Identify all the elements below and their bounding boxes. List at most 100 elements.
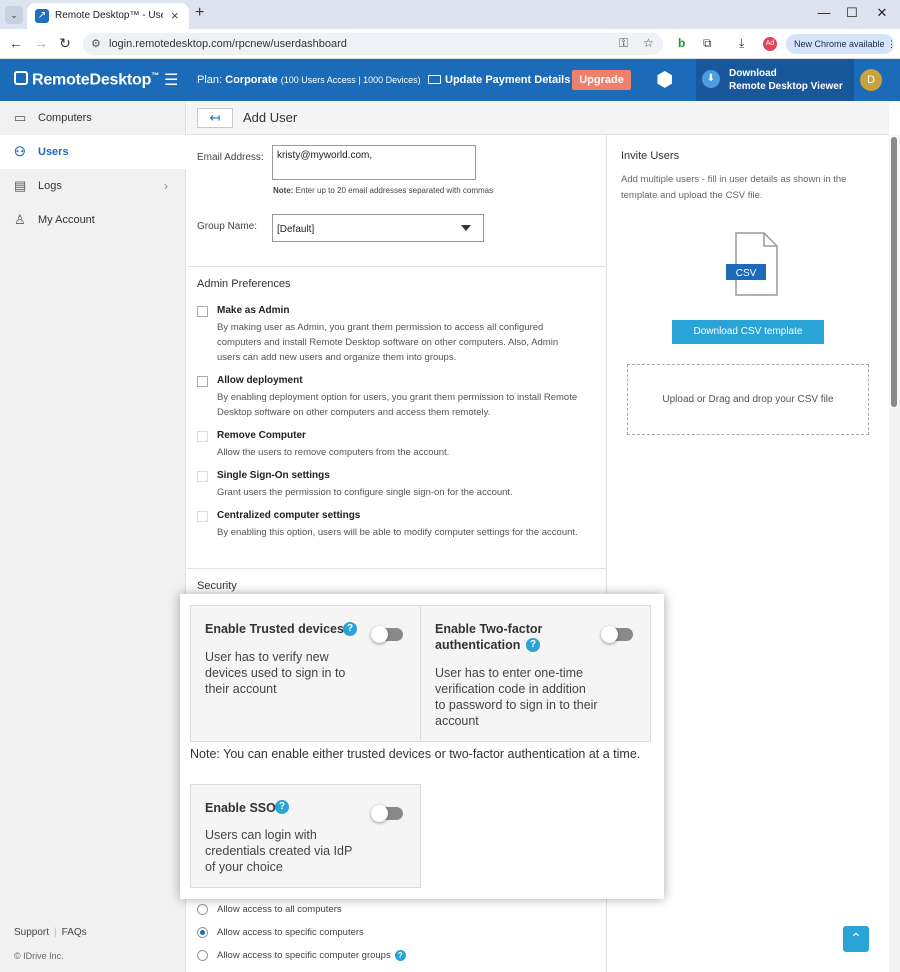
package-download-icon[interactable]: ⬢ bbox=[656, 67, 673, 92]
two-factor-toggle[interactable] bbox=[601, 626, 633, 643]
pref-desc: Allow the users to remove computers from… bbox=[217, 447, 450, 458]
update-payment-link[interactable]: Update Payment Details bbox=[428, 74, 570, 86]
person-icon: ♙ bbox=[14, 212, 26, 227]
minimize-window-icon[interactable]: — bbox=[814, 5, 834, 20]
tab-title: Remote Desktop™ - User Mana bbox=[55, 10, 163, 21]
download-label-1: Download bbox=[729, 68, 777, 79]
download-label-2: Remote Desktop Viewer bbox=[729, 81, 843, 92]
chevron-right-icon: › bbox=[164, 179, 168, 193]
remotedesktop-logo[interactable]: RemoteDesktop™ bbox=[14, 71, 159, 89]
invite-users-title: Invite Users bbox=[621, 150, 680, 162]
csv-dropzone[interactable]: Upload or Drag and drop your CSV file bbox=[627, 364, 869, 435]
csv-file-icon: CSV bbox=[726, 232, 778, 296]
faqs-link[interactable]: FAQs bbox=[62, 927, 87, 938]
logs-icon: ▤ bbox=[14, 178, 27, 193]
hamburger-menu-icon[interactable]: ☰ bbox=[164, 70, 178, 90]
pref-desc: By enabling this option, users will be a… bbox=[217, 527, 578, 538]
download-viewer-button[interactable]: ⬇ Download Remote Desktop Viewer bbox=[696, 59, 854, 101]
sidebar-item-logs[interactable]: ▤ Logs › bbox=[0, 169, 186, 203]
sso-toggle[interactable] bbox=[371, 805, 403, 822]
sidebar-item-my-account[interactable]: ♙ My Account bbox=[0, 203, 186, 237]
chrome-update-label: New Chrome available bbox=[794, 39, 885, 49]
help-icon[interactable]: ? bbox=[275, 800, 289, 814]
radio-label: Allow access to specific computers bbox=[217, 927, 364, 938]
sidebar-item-computers[interactable]: ▭ Computers bbox=[0, 101, 186, 135]
centralized-settings-checkbox[interactable] bbox=[197, 511, 208, 522]
browser-toolbar: ← → ↻ ⚙ login.remotedesktop.com/rpcnew/u… bbox=[0, 29, 900, 59]
page-scrollbar[interactable] bbox=[889, 135, 900, 972]
radio-button[interactable] bbox=[197, 904, 208, 915]
scroll-to-top-button[interactable]: ⌃ bbox=[843, 926, 869, 952]
radio-button-selected[interactable] bbox=[197, 927, 208, 938]
page-title: Add User bbox=[243, 110, 298, 125]
security-title: Security bbox=[197, 580, 237, 592]
sso-title: Enable SSO bbox=[205, 801, 276, 815]
download-csv-template-button[interactable]: Download CSV template bbox=[672, 320, 824, 344]
password-key-icon[interactable]: ⚿ bbox=[619, 36, 628, 51]
tab-search-button[interactable]: ⌄ bbox=[5, 6, 23, 24]
back-arrow-icon[interactable]: ← bbox=[7, 35, 25, 51]
pref-title: Single Sign-On settings bbox=[217, 470, 330, 481]
help-icon[interactable]: ? bbox=[526, 638, 540, 652]
user-avatar[interactable]: D bbox=[860, 69, 882, 91]
sidebar-label: My Account bbox=[38, 214, 95, 226]
help-icon[interactable]: ? bbox=[343, 622, 357, 636]
help-icon[interactable]: ? bbox=[394, 950, 406, 961]
bookmark-star-icon[interactable]: ☆ bbox=[643, 36, 654, 50]
close-tab-icon[interactable]: × bbox=[171, 8, 179, 23]
support-link[interactable]: Support bbox=[14, 927, 49, 938]
adblock-icon[interactable]: Ad bbox=[763, 37, 777, 51]
reload-icon[interactable]: ↻ bbox=[56, 35, 74, 52]
browser-tab[interactable]: ↗ Remote Desktop™ - User Mana × bbox=[27, 3, 189, 29]
pref-desc: Grant users the permission to configure … bbox=[217, 487, 513, 498]
back-button[interactable]: ↤ bbox=[197, 108, 233, 128]
remove-computer-checkbox[interactable] bbox=[197, 431, 208, 442]
trusted-devices-desc: User has to verify new devices used to s… bbox=[205, 650, 346, 696]
divider bbox=[187, 568, 607, 569]
extension-b-icon[interactable]: b bbox=[678, 36, 685, 50]
radio-button[interactable] bbox=[197, 950, 208, 961]
new-tab-icon[interactable]: + bbox=[195, 4, 204, 22]
pref-desc: By enabling deployment option for users,… bbox=[217, 392, 578, 418]
radio-label-wrap: Allow access to specific computer groups… bbox=[217, 950, 406, 961]
admin-preferences-title: Admin Preferences bbox=[197, 278, 291, 290]
site-settings-icon[interactable]: ⚙ bbox=[91, 37, 101, 50]
sso-settings-checkbox[interactable] bbox=[197, 471, 208, 482]
maximize-window-icon[interactable]: ☐ bbox=[842, 5, 862, 21]
trusted-devices-title-text: Enable Trusted devices bbox=[205, 622, 344, 636]
make-admin-checkbox[interactable] bbox=[197, 306, 208, 317]
sidebar-item-users[interactable]: ⚇ Users bbox=[0, 135, 186, 169]
allow-deployment-checkbox[interactable] bbox=[197, 376, 208, 387]
group-select[interactable]: [Default] bbox=[272, 214, 484, 242]
scrollbar-thumb[interactable] bbox=[891, 137, 897, 407]
email-field[interactable]: kristy@myworld.com, bbox=[272, 145, 476, 180]
trusted-devices-toggle[interactable] bbox=[371, 626, 403, 643]
plan-label: Plan: bbox=[197, 74, 223, 86]
footer-separator: | bbox=[54, 927, 57, 938]
sso-card: Enable SSO ? Users can login with creden… bbox=[190, 784, 421, 888]
downloads-icon[interactable]: ⤓ bbox=[739, 36, 744, 51]
upgrade-button[interactable]: Upgrade bbox=[572, 70, 631, 90]
credit-card-icon bbox=[428, 75, 441, 84]
plan-name: Corporate bbox=[225, 74, 278, 86]
sidebar-label: Logs bbox=[38, 180, 62, 192]
security-note: Note: You can enable either trusted devi… bbox=[190, 747, 641, 761]
forward-arrow-icon[interactable]: → bbox=[32, 35, 50, 51]
plan-info: Plan: Corporate (100 Users Access | 1000… bbox=[197, 74, 421, 86]
logo-mark-icon bbox=[14, 71, 28, 86]
close-window-icon[interactable]: ✕ bbox=[872, 5, 892, 21]
update-payment-label: Update Payment Details bbox=[445, 74, 571, 86]
invite-users-desc: Add multiple users - fill in user detail… bbox=[621, 174, 847, 201]
monitor-icon: ▭ bbox=[14, 110, 27, 125]
extensions-puzzle-icon[interactable]: ⧉ bbox=[703, 36, 712, 51]
address-bar[interactable]: ⚙ login.remotedesktop.com/rpcnew/userdas… bbox=[83, 33, 663, 55]
csv-label: CSV bbox=[736, 268, 757, 279]
chrome-update-button[interactable]: New Chrome available ⋮ bbox=[786, 34, 896, 54]
sidebar-footer: Support | FAQs bbox=[14, 927, 87, 938]
group-label: Group Name: bbox=[197, 221, 258, 232]
radio-label: Allow access to specific computer groups bbox=[217, 950, 391, 961]
email-label: Email Address: bbox=[197, 152, 264, 163]
trusted-devices-title: Enable Trusted devices bbox=[205, 621, 344, 637]
pref-title: Make as Admin bbox=[217, 305, 290, 316]
sidebar-label: Users bbox=[38, 146, 69, 158]
